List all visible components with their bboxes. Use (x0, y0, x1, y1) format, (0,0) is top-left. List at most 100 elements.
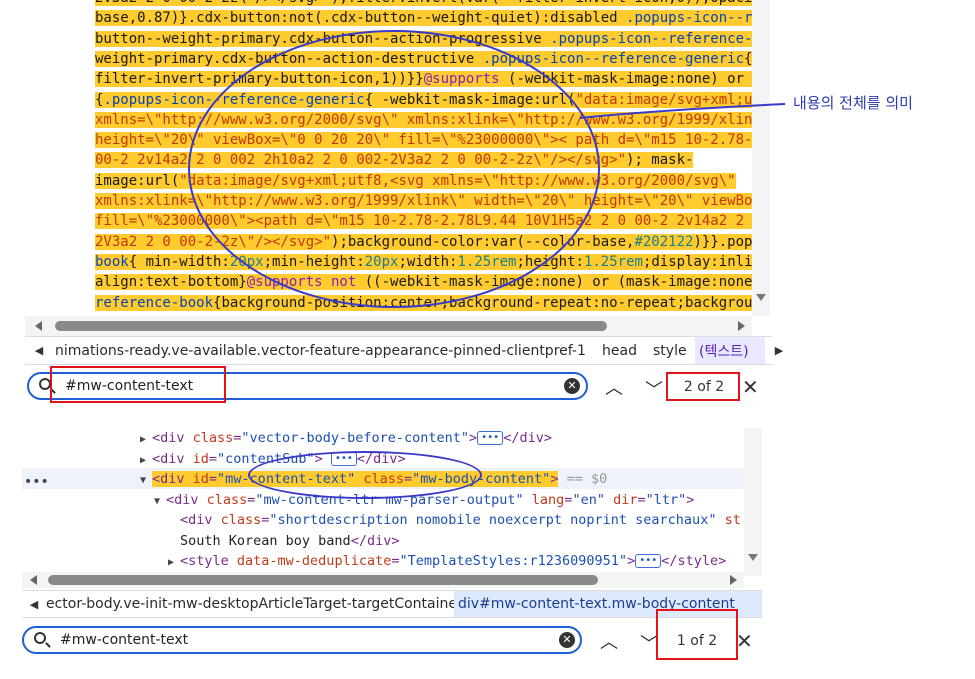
search-match-highlight: 2V3a2 2 0 00-2-2z\"/></svg>");filter:inv… (95, 0, 752, 6)
closing-tag: </div> (503, 430, 552, 446)
scroll-left-arrow-icon[interactable] (35, 321, 42, 331)
clear-icon[interactable]: ✕ (559, 632, 575, 648)
dom-node-row[interactable]: ▶ <style data-mw-deduplicate="TemplateSty… (168, 551, 726, 571)
annotation-red-box-count (666, 372, 740, 401)
code-token: ;display:inline (642, 253, 752, 270)
code-token: {fi (744, 50, 752, 67)
dom-node-row[interactable]: ▶ <div class="vector-body-before-content"… (140, 428, 552, 448)
markup-token: dir (613, 491, 638, 508)
dom-node-markup: <div class="shortdescription nomobile no… (180, 512, 741, 528)
breadcrumb-item[interactable]: nimations-ready.ve-available.vector-feat… (51, 337, 590, 364)
vertical-scrollbar[interactable] (744, 428, 762, 576)
scrollbar-thumb[interactable] (48, 575, 598, 585)
markup-token: South Korean boy band (180, 532, 351, 549)
markup-token: > (686, 491, 695, 508)
code-token: align:text-bottom} (95, 274, 247, 291)
breadcrumb: ◀ nimations-ready.ve-available.vector-fe… (25, 336, 783, 365)
close-icon[interactable]: ✕ (736, 629, 753, 653)
annotation-red-box-count (656, 609, 738, 660)
breadcrumb-scroll-left-icon[interactable]: ◀ (27, 337, 51, 364)
chevron-up-icon[interactable]: ︿ (598, 630, 620, 653)
markup-token (605, 492, 613, 508)
code-token: .popups-icon--refe (626, 10, 752, 27)
code-token: 2V3a2 2 0 00-2-2z\"/></svg>");filter:inv… (95, 0, 752, 6)
markup-token: data-mw-deduplicate (236, 553, 392, 569)
markup-token: = (208, 450, 218, 467)
markup-token: class (206, 491, 248, 508)
markup-token (524, 492, 532, 508)
annotation-blue-ellipse-id (248, 451, 482, 499)
annotation-red-box-search (50, 366, 226, 403)
breadcrumb-item-style[interactable]: style (649, 337, 691, 364)
code-token: { min-width: (128, 253, 230, 270)
search-input-value[interactable]: #mw-content-text (60, 631, 188, 649)
markup-token: lang (531, 491, 565, 508)
markup-token: "TemplateStyles:r1236090951" (399, 553, 628, 569)
code-token: ); mask- (626, 152, 694, 169)
markup-token: "vector-body-before-content" (241, 430, 469, 446)
scroll-down-arrow-icon[interactable] (756, 294, 766, 301)
markup-token: <div (152, 430, 193, 446)
collapsed-children-icon[interactable]: ••• (477, 431, 504, 445)
dom-tree: ▶ <div class="vector-body-before-content"… (22, 428, 744, 576)
expand-down-icon[interactable]: ▼ (140, 471, 152, 491)
breadcrumb-item-head[interactable]: head (598, 337, 641, 364)
code-token: reference-book (95, 294, 214, 311)
markup-token: class (192, 430, 234, 446)
scroll-down-arrow-icon[interactable] (748, 554, 758, 561)
expand-right-icon[interactable]: ▶ (140, 430, 152, 450)
annotation-blue-ellipse-content (188, 30, 600, 308)
markup-token: <div (180, 512, 221, 528)
scrollbar-thumb[interactable] (55, 321, 607, 331)
code-line: base,0.87)}.cdx-button:not(.cdx-button--… (95, 8, 752, 29)
search-icon (34, 632, 46, 644)
clear-icon[interactable]: ✕ (564, 378, 580, 394)
markup-token: </div> (350, 532, 400, 549)
markup-token: st (716, 512, 741, 528)
dom-node-row[interactable]: <div class="shortdescription nomobile no… (168, 510, 741, 530)
scroll-right-arrow-icon[interactable] (738, 321, 745, 331)
markup-token: > (627, 553, 636, 569)
markup-token: = (208, 471, 218, 487)
breadcrumb-item[interactable]: ector-body.ve-init-mw-desktopArticleTarg… (42, 591, 467, 617)
dom-node-markup: South Korean boy band</div> (180, 533, 399, 549)
markup-token: id (192, 471, 209, 487)
expand-right-icon[interactable]: ▶ (140, 451, 152, 471)
markup-token: = (637, 491, 646, 508)
close-icon[interactable]: ✕ (742, 375, 759, 399)
code-token: )}}.popup (693, 233, 752, 250)
markup-token: "shortdescription nomobile noexcerpt nop… (269, 512, 717, 528)
annotation-label: 내용의 전체를 의미 (793, 94, 913, 112)
markup-token: id (192, 450, 209, 467)
top-devtools-panel: 2V3a2 2 0 00-2-2z\"/></svg>");filter:inv… (0, 0, 783, 408)
horizontal-scrollbar[interactable] (25, 316, 752, 336)
code-token: #202122 (634, 233, 694, 250)
expand-right-icon[interactable]: ▶ (168, 553, 180, 573)
selected-node-marker: == $0 (558, 471, 608, 487)
chevron-up-icon[interactable]: ︿ (603, 376, 625, 399)
find-bar: #mw-content-text ✕ ︿ ﹀ 1 of 2 ✕ (0, 620, 765, 662)
expand-down-icon[interactable]: ▼ (154, 492, 166, 512)
code-token: image:url( (95, 172, 180, 189)
markup-token: > (469, 430, 478, 446)
breadcrumb: ◀ ector-body.ve-init-mw-desktopArticleTa… (22, 590, 762, 618)
search-input[interactable]: #mw-content-text ✕ (22, 626, 582, 654)
code-token: 1.25rem (583, 253, 643, 270)
code-token: book (95, 253, 129, 270)
horizontal-scrollbar[interactable] (22, 572, 744, 588)
collapsed-children-icon[interactable]: ••• (635, 554, 662, 568)
code-token: .popups-icon--reference-ge (550, 30, 752, 47)
search-match-highlight: base,0.87)}.cdx-button:not(.cdx-button--… (95, 10, 752, 27)
dom-node-row[interactable]: South Korean boy band</div> (168, 531, 399, 551)
code-token: {background-position:center;background-r… (213, 294, 752, 311)
annotation-pointer-line (580, 103, 786, 119)
bottom-devtools-panel: ••• ▶ <div class="vector-body-before-cont… (0, 408, 975, 679)
breadcrumb-scroll-right-icon[interactable]: ▶ (767, 337, 791, 364)
markup-token: class (220, 512, 262, 528)
scroll-left-arrow-icon[interactable] (30, 575, 37, 585)
scroll-right-arrow-icon[interactable] (730, 575, 737, 585)
breadcrumb-item-text[interactable]: (텍스트) (695, 337, 765, 364)
markup-token: <div (166, 491, 207, 508)
chevron-down-icon[interactable]: ﹀ (643, 378, 665, 401)
vertical-scrollbar[interactable] (752, 0, 770, 316)
